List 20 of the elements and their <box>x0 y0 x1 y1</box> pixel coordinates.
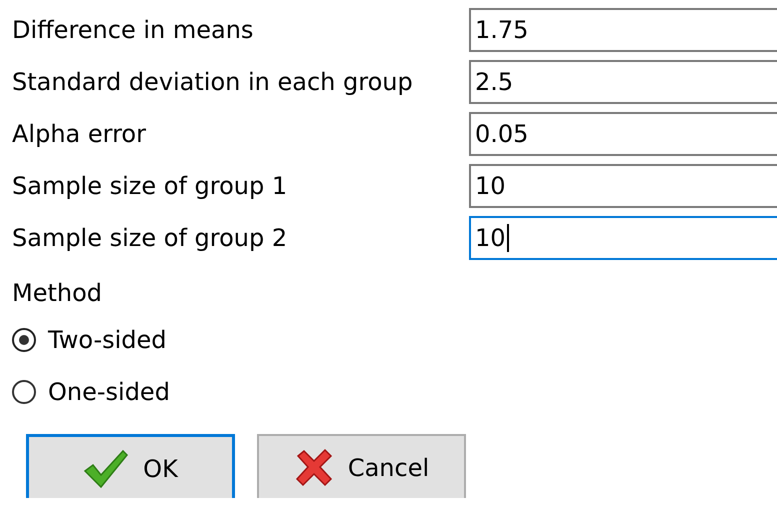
checkmark-icon <box>83 449 130 489</box>
text-cursor <box>506 224 509 252</box>
method-label: Method <box>12 278 104 309</box>
ok-button[interactable]: OK <box>26 434 235 498</box>
field-label: Sample size of group 1 <box>12 172 288 200</box>
radio-label[interactable]: Two-sided <box>48 326 167 354</box>
input-field[interactable]: 0.05 <box>469 112 777 156</box>
radio-button[interactable] <box>12 328 36 352</box>
radio-label[interactable]: One-sided <box>48 378 170 406</box>
field-label: Sample size of group 2 <box>12 224 288 252</box>
input-field[interactable]: 2.5 <box>469 60 777 104</box>
field-label: Difference in means <box>12 16 254 44</box>
cancel-button[interactable]: Cancel <box>257 434 466 498</box>
input-field[interactable]: 10 <box>469 164 777 208</box>
cross-icon <box>294 448 334 488</box>
field-label: Alpha error <box>12 120 147 148</box>
input-field[interactable]: 1.75 <box>469 8 777 52</box>
radio-button[interactable] <box>12 380 36 404</box>
input-field[interactable]: 10 <box>469 216 777 260</box>
field-label: Standard deviation in each group <box>12 68 414 96</box>
